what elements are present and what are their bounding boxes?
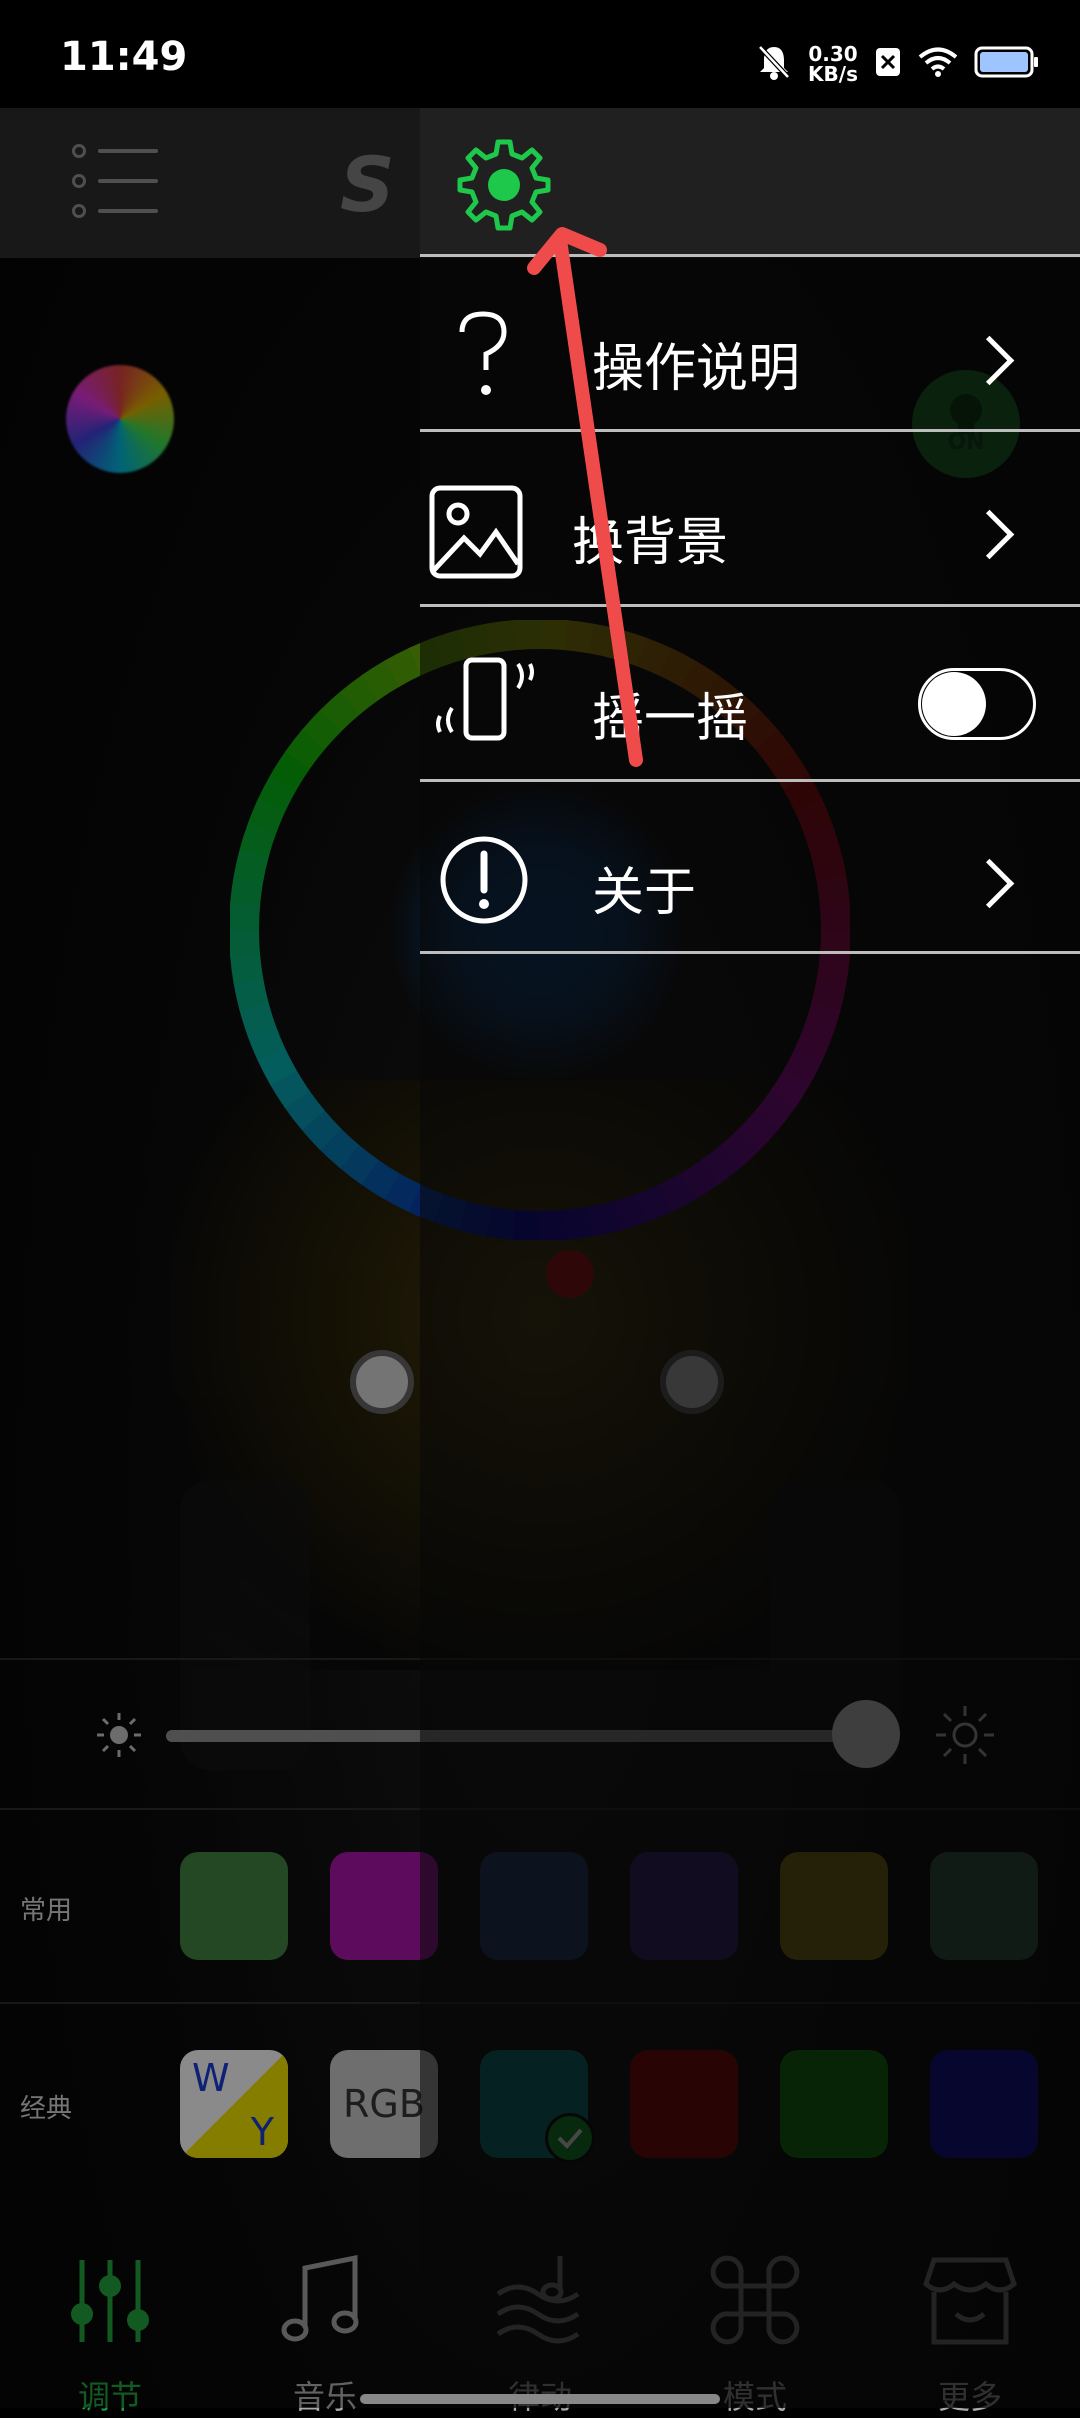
home-indicator[interactable] [360,2394,720,2404]
annotation-arrow [527,227,643,767]
